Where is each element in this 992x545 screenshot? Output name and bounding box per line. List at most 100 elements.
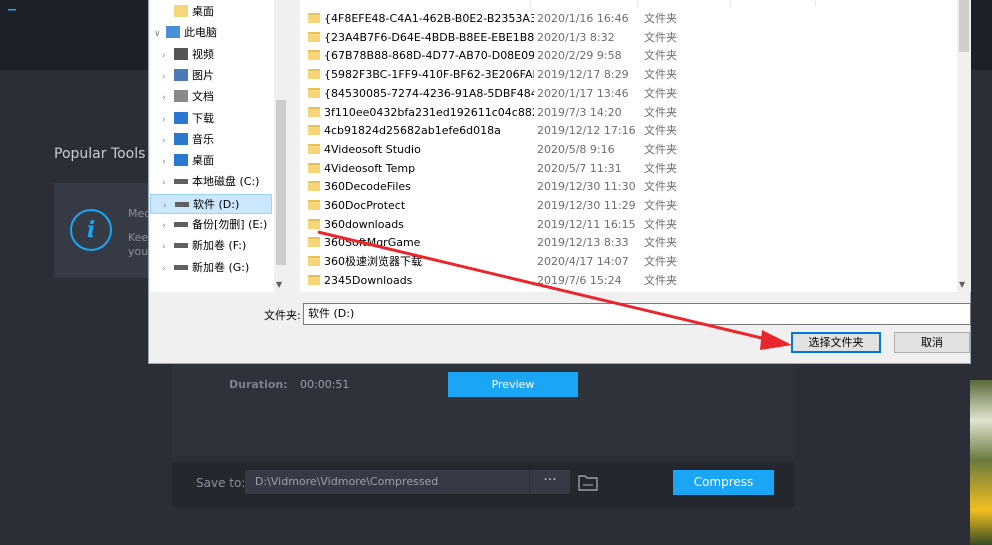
tree-item[interactable]: ∨ 此电脑: [154, 23, 217, 43]
chevron-right-icon[interactable]: ›: [163, 196, 175, 216]
file-list-scroll-down-icon[interactable]: ▼: [959, 280, 965, 289]
tree-item[interactable]: › 备份[勿删] (E:): [162, 215, 267, 235]
file-type: 文件夹: [644, 142, 677, 156]
tree-item[interactable]: › 音乐: [162, 130, 214, 150]
file-row[interactable]: {84530085-7274-4236-91A8-5DBF484... 2020/…: [306, 84, 946, 103]
tree-scroll-down-icon[interactable]: ▼: [276, 280, 282, 289]
tree-item[interactable]: › 下载: [162, 109, 214, 129]
file-date: 2019/7/3 14:20: [537, 105, 622, 119]
file-date: 2019/12/11 16:15: [537, 217, 636, 231]
file-type: 文件夹: [644, 199, 677, 212]
tree-item-label: 新加卷 (G:): [192, 260, 250, 274]
folder-icon: [308, 143, 320, 154]
folder-icon: [174, 5, 188, 17]
file-date: 2020/5/8 9:16: [537, 142, 615, 156]
file-row[interactable]: {67B78B88-868D-4D77-AB70-D08E09... 2020/2…: [306, 46, 946, 65]
file-name: 4Videosoft Temp: [324, 161, 416, 175]
file-row[interactable]: 4cb91824d25682ab1efe6d018a 2019/12/12 17:…: [306, 121, 946, 140]
browse-dots-button[interactable]: ···: [529, 470, 570, 494]
file-row[interactable]: 4Videosoft Temp 2020/5/7 11:31 文件夹: [306, 159, 946, 178]
chevron-right-icon[interactable]: ›: [162, 131, 174, 151]
column-separator: [530, 0, 531, 6]
tree-item[interactable]: › 视频: [162, 45, 214, 65]
file-type: 文件夹: [644, 49, 677, 63]
chevron-right-icon[interactable]: ›: [162, 173, 174, 193]
file-row[interactable]: {23A4B7F6-D64E-4BDB-B8EE-EBE1B8... 2020/1…: [306, 28, 946, 47]
tree-item[interactable]: › 图片: [162, 66, 214, 86]
folder-icon: [308, 50, 320, 61]
tree-item-label: 音乐: [192, 132, 214, 146]
folder-icon: [308, 106, 320, 117]
tree-item[interactable]: › 新加卷 (G:): [162, 258, 249, 278]
chevron-right-icon[interactable]: ›: [162, 152, 174, 172]
tree-item[interactable]: › 桌面: [162, 151, 214, 171]
file-type: 文件夹: [644, 68, 677, 82]
chevron-right-icon[interactable]: ›: [162, 237, 174, 257]
file-row[interactable]: 3f110ee0432bfa231ed192611c04c882 2019/7/3…: [306, 103, 946, 122]
file-row[interactable]: 2345Downloads 2019/7/6 15:24 文件夹: [306, 271, 946, 290]
file-date: 2019/12/13 8:33: [537, 236, 629, 250]
file-name: 360极速浏览器下载: [324, 255, 422, 269]
folder-icon: [308, 200, 320, 210]
tree-scrollbar-thumb[interactable]: [276, 100, 286, 265]
file-list-scrollbar-thumb[interactable]: [959, 0, 969, 52]
computer-icon: [166, 26, 180, 39]
folder-name-input[interactable]: 软件 (D:): [303, 303, 971, 325]
file-type: 文件夹: [644, 180, 677, 194]
tree-item-label: 备份[勿删] (E:): [192, 218, 268, 231]
tree-item[interactable]: › 本地磁盘 (C:): [162, 172, 259, 192]
file-type: 文件夹: [644, 236, 677, 250]
logo-fragment: ▁: [8, 0, 16, 11]
open-folder-icon[interactable]: [578, 473, 598, 491]
tree-item[interactable]: 桌面: [162, 2, 214, 22]
chevron-right-icon[interactable]: ›: [162, 46, 174, 66]
file-row[interactable]: 360极速浏览器下载 2020/4/17 14:07 文件夹: [306, 252, 946, 271]
file-row[interactable]: 360downloads 2019/12/11 16:15 文件夹: [306, 215, 946, 234]
folder-icon: [308, 218, 320, 229]
tree-item-label: 桌面: [192, 154, 214, 168]
tree-item-label: 新加卷 (F:): [192, 239, 247, 253]
tree-item[interactable]: › 新加卷 (F:): [162, 236, 246, 256]
chevron-down-icon[interactable]: ∨: [154, 24, 166, 44]
chevron-right-icon[interactable]: ›: [162, 216, 174, 236]
tree-item-label: 此电脑: [184, 26, 217, 40]
folder-icon: [308, 31, 320, 42]
chevron-right-icon[interactable]: ›: [162, 67, 174, 87]
column-separator: [637, 0, 638, 6]
drive-icon: [174, 264, 188, 270]
folder-icon: [308, 13, 320, 23]
tree-item[interactable]: › 软件 (D:): [150, 193, 272, 216]
preview-button[interactable]: Preview: [448, 372, 578, 397]
picture-icon: [174, 68, 188, 81]
document-icon: [174, 90, 188, 103]
folder-icon: [308, 181, 320, 192]
tree-item-label: 视频: [192, 47, 214, 61]
file-row[interactable]: 4Videosoft Studio 2020/5/8 9:16 文件夹: [306, 140, 946, 159]
folder-icon: [308, 256, 320, 267]
file-row[interactable]: 360DecodeFiles 2019/12/30 11:30 文件夹: [306, 177, 946, 196]
file-name: {5982F3BC-1FF9-410F-BF62-3E206FAF...: [324, 68, 534, 82]
tree-item[interactable]: › 文档: [162, 87, 214, 107]
file-type: 文件夹: [644, 30, 677, 44]
chevron-right-icon[interactable]: ›: [162, 259, 174, 279]
file-type: 文件夹: [644, 12, 677, 25]
file-name: 360DecodeFiles: [324, 180, 411, 194]
tree-item-label: 桌面: [192, 5, 214, 18]
file-row[interactable]: 360DocProtect 2019/12/30 11:29 文件夹: [306, 196, 946, 215]
select-folder-button[interactable]: 选择文件夹: [791, 332, 881, 353]
chevron-right-icon[interactable]: ›: [162, 110, 174, 130]
file-row[interactable]: {4F8EFE48-C4A1-462B-B0E2-B2353A3... 2020/…: [306, 9, 946, 28]
background-image-strip: [970, 0, 992, 545]
compress-button[interactable]: Compress: [673, 470, 774, 495]
cancel-button[interactable]: 取消: [894, 332, 970, 353]
folder-icon: [308, 237, 320, 248]
file-name: {4F8EFE48-C4A1-462B-B0E2-B2353A3...: [324, 12, 534, 25]
chevron-right-icon[interactable]: ›: [162, 88, 174, 108]
save-path-field[interactable]: D:\Vidmore\Vidmore\Compressed: [245, 470, 529, 494]
file-row[interactable]: 360SoftMgrGame 2019/12/13 8:33 文件夹: [306, 233, 946, 252]
folder-field-label: 文件夹:: [264, 309, 301, 322]
file-row[interactable]: {5982F3BC-1FF9-410F-BF62-3E206FAF... 2019…: [306, 65, 946, 84]
save-to-label: Save to:: [196, 476, 246, 490]
left-panel: [0, 70, 172, 545]
file-date: 2020/5/7 11:31: [537, 161, 622, 175]
